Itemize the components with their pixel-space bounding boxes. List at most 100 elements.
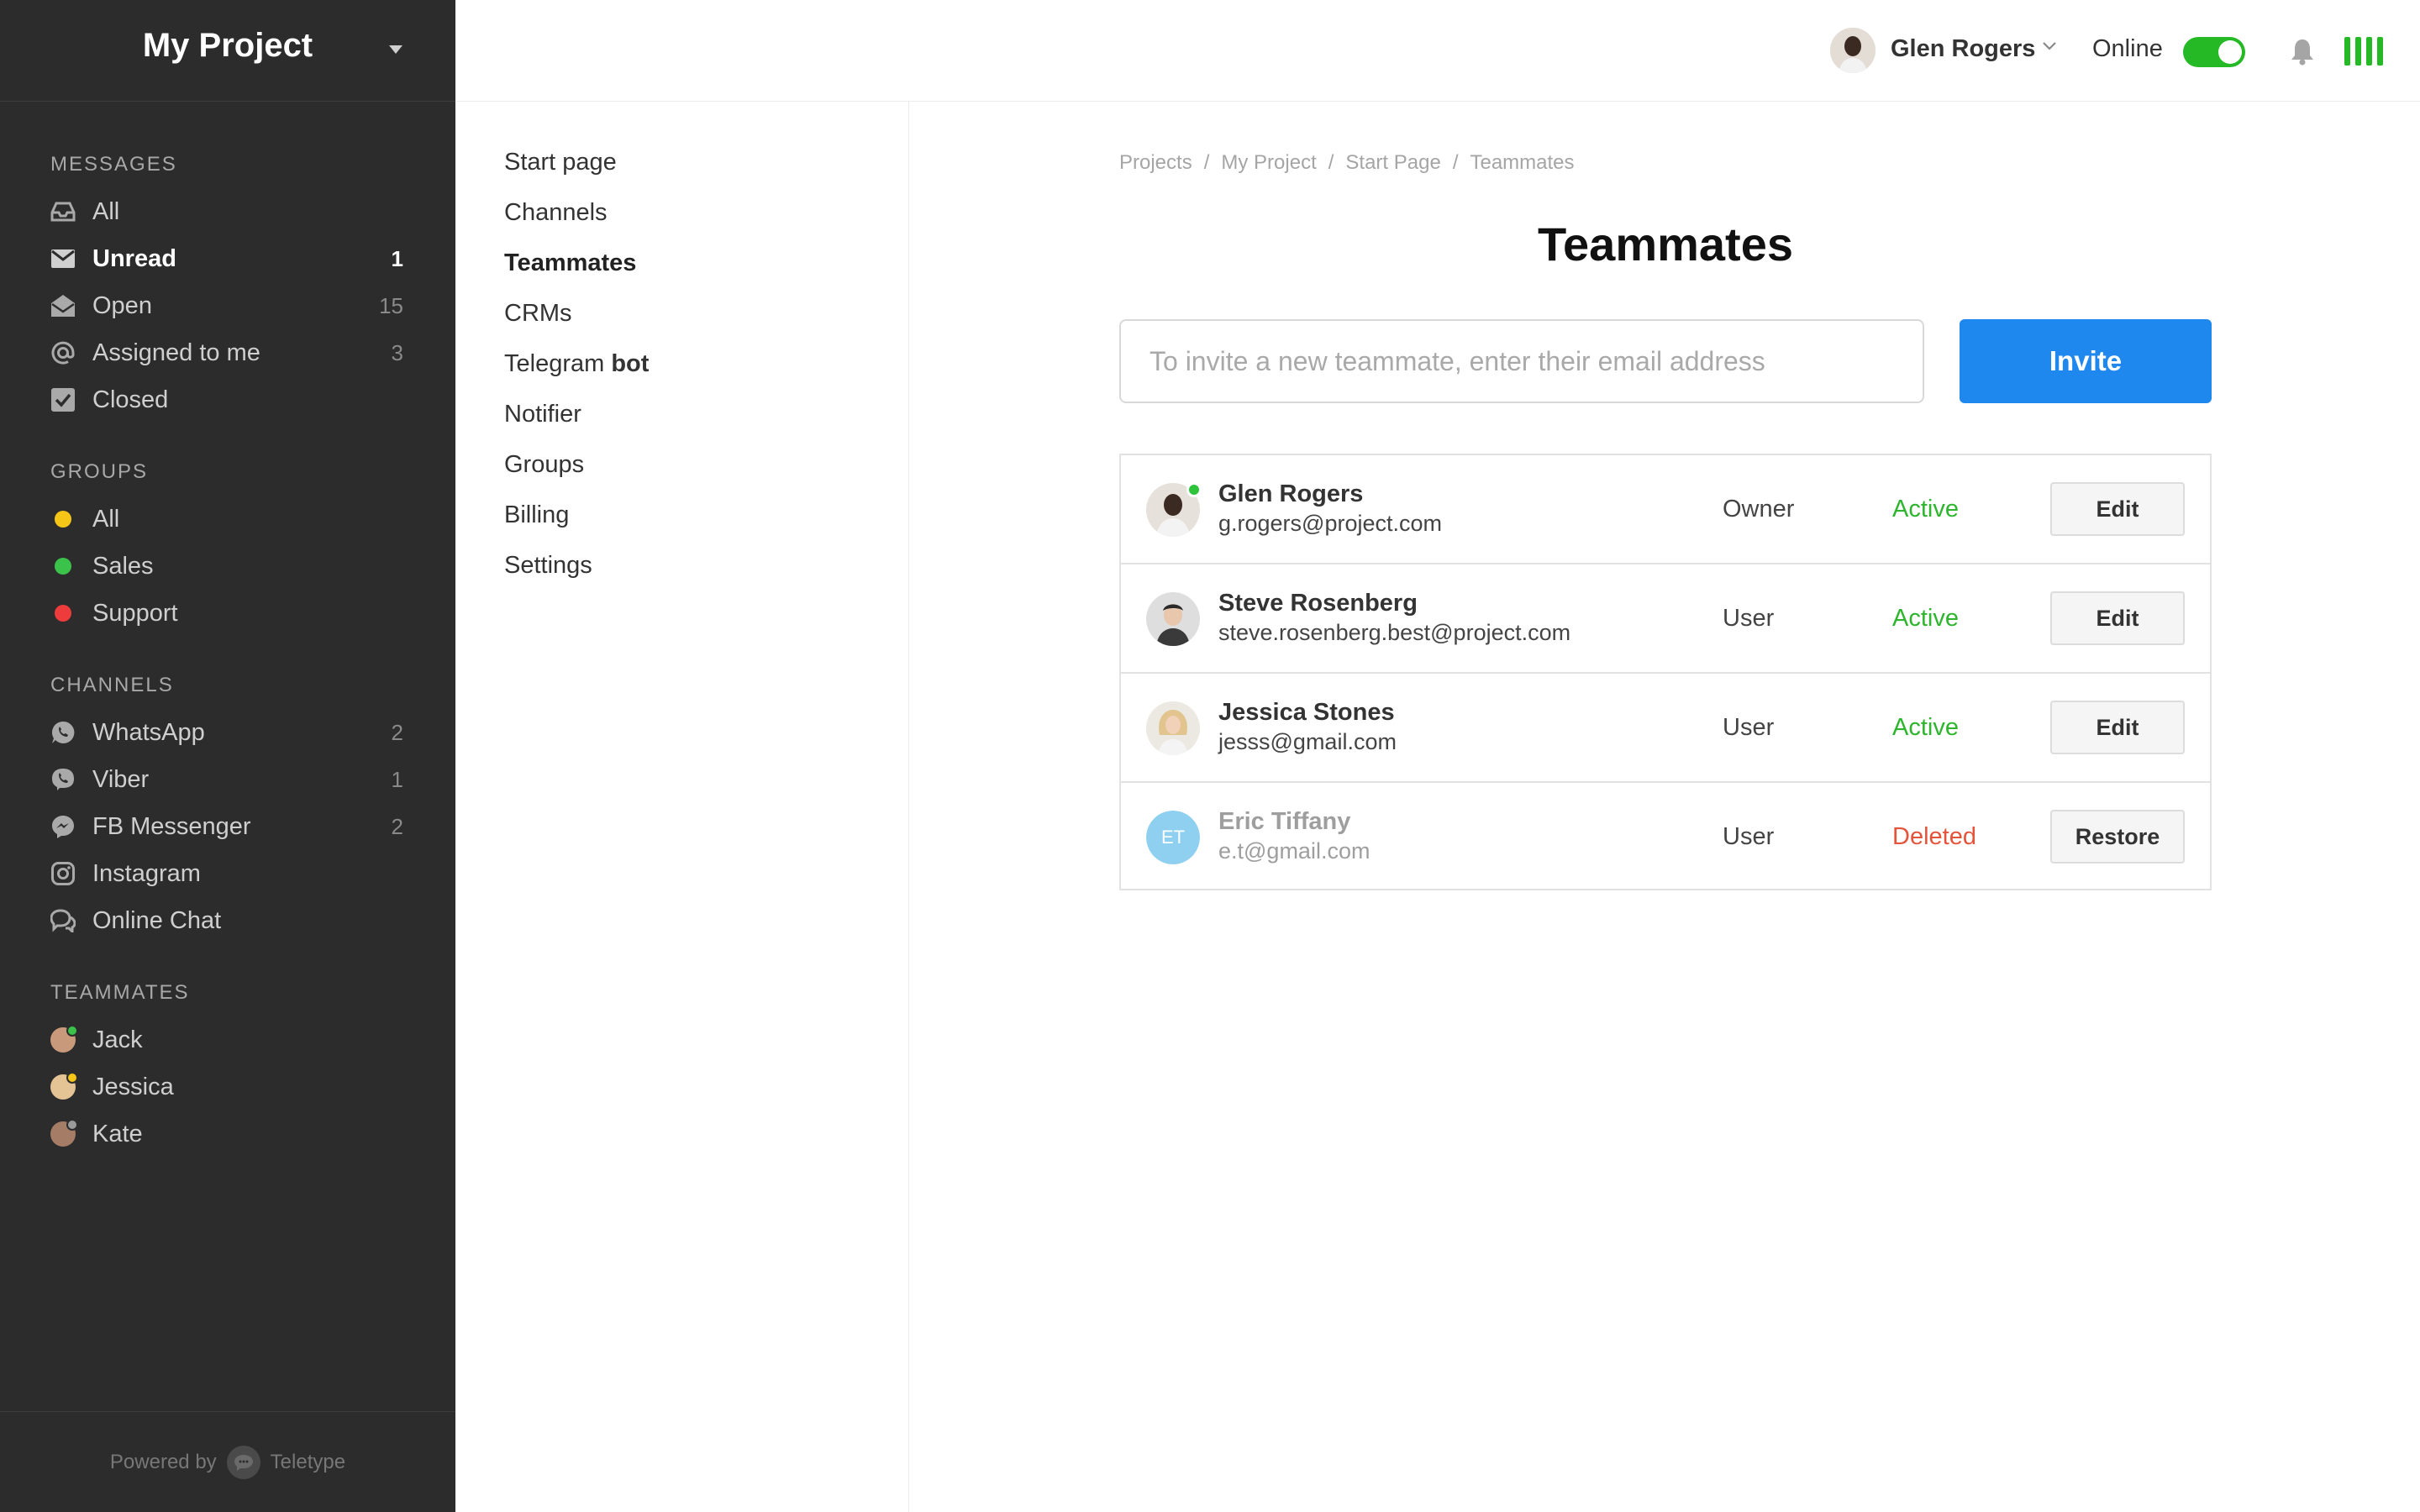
- instagram-icon: [50, 861, 76, 886]
- sidebar-item-viber[interactable]: Viber 1: [50, 763, 403, 796]
- settings-nav-start-page[interactable]: Start page: [504, 149, 617, 176]
- settings-nav: Start page Channels Teammates CRMs Teleg…: [455, 102, 909, 1512]
- project-switcher[interactable]: My Project: [0, 0, 455, 102]
- avatar: [50, 1025, 78, 1053]
- sidebar-item-group-sales[interactable]: Sales: [50, 549, 403, 583]
- sidebar-item-instagram[interactable]: Instagram: [50, 857, 403, 890]
- inbox-icon: [50, 199, 76, 224]
- settings-nav-teammates[interactable]: Teammates: [504, 249, 636, 277]
- checkbox-icon: [50, 387, 76, 412]
- caret-down-icon[interactable]: [389, 45, 402, 54]
- teammate-status: Active: [1892, 605, 1959, 632]
- teammate-email: jesss@gmail.com: [1218, 729, 1397, 754]
- chat-bubbles-icon: [50, 908, 76, 933]
- teammate-name: Steve Rosenberg: [1218, 590, 1418, 617]
- powered-by-label: Powered by: [109, 1450, 217, 1473]
- settings-nav-telegram-bot[interactable]: Telegram bot: [504, 350, 649, 378]
- settings-nav-channels[interactable]: Channels: [504, 199, 608, 227]
- viber-icon: [50, 767, 76, 792]
- settings-nav-crms[interactable]: CRMs: [504, 300, 572, 328]
- settings-nav-billing[interactable]: Billing: [504, 501, 569, 529]
- sidebar-item-label: Support: [92, 599, 178, 627]
- teammate-email: g.rogers@project.com: [1218, 511, 1443, 536]
- breadcrumb: Projects / My Project / Start Page / Tea…: [1119, 151, 1575, 175]
- avatar: [1146, 592, 1200, 646]
- sidebar-item-closed[interactable]: Closed: [50, 383, 403, 417]
- sidebar-item-count: 15: [379, 292, 403, 318]
- messenger-icon: [50, 814, 76, 839]
- table-row: Jessica Stones jesss@gmail.com User Acti…: [1121, 674, 2210, 783]
- sidebar-item-fb-messenger[interactable]: FB Messenger 2: [50, 810, 403, 843]
- restore-button[interactable]: Restore: [2050, 810, 2185, 864]
- project-title: My Project: [142, 27, 313, 64]
- avatar-initials: ET: [1146, 811, 1200, 864]
- teammate-email: e.t@gmail.com: [1218, 838, 1370, 864]
- teammates-section-title: TEAMMATES: [50, 981, 190, 1004]
- sidebar: My Project MESSAGES All Unread 1 Open 15…: [0, 0, 455, 1512]
- toggle-knob: [2218, 40, 2242, 64]
- edit-button[interactable]: Edit: [2050, 482, 2185, 536]
- sidebar-item-open[interactable]: Open 15: [50, 289, 403, 323]
- sidebar-item-all-messages[interactable]: All: [50, 195, 403, 228]
- invite-email-input[interactable]: [1119, 319, 1924, 403]
- table-row: ET Eric Tiffany e.t@gmail.com User Delet…: [1121, 783, 2210, 892]
- breadcrumb-separator: /: [1203, 151, 1210, 174]
- sidebar-item-teammate-kate[interactable]: Kate: [50, 1117, 403, 1151]
- teammate-name: Jessica Stones: [1218, 699, 1395, 726]
- avatar: [50, 1119, 78, 1147]
- sidebar-item-group-support[interactable]: Support: [50, 596, 403, 630]
- teammate-status: Active: [1892, 714, 1959, 741]
- avatar: ET: [1146, 811, 1200, 864]
- teammate-role: User: [1723, 714, 1775, 741]
- sidebar-item-label: Jessica: [92, 1073, 174, 1100]
- settings-nav-settings[interactable]: Settings: [504, 552, 592, 580]
- sidebar-item-label: Closed: [92, 386, 169, 413]
- bell-icon[interactable]: [2291, 37, 2314, 70]
- sidebar-item-label: Instagram: [92, 859, 201, 887]
- sidebar-item-whatsapp[interactable]: WhatsApp 2: [50, 716, 403, 749]
- sidebar-item-label: FB Messenger: [92, 812, 251, 840]
- settings-nav-notifier[interactable]: Notifier: [504, 401, 581, 428]
- settings-nav-groups[interactable]: Groups: [504, 451, 584, 479]
- online-toggle[interactable]: [2183, 37, 2245, 67]
- avatar: [50, 1072, 78, 1100]
- edit-button[interactable]: Edit: [2050, 591, 2185, 645]
- teammates-table: Glen Rogers g.rogers@project.com Owner A…: [1119, 454, 2212, 890]
- sidebar-item-teammate-jack[interactable]: Jack: [50, 1023, 403, 1057]
- teammate-role: User: [1723, 823, 1775, 850]
- sidebar-item-teammate-jessica[interactable]: Jessica: [50, 1070, 403, 1104]
- chevron-down-icon[interactable]: [2042, 40, 2057, 55]
- sidebar-item-label: All: [92, 197, 120, 225]
- sidebar-item-label: Jack: [92, 1026, 143, 1053]
- online-status-label: Online: [2092, 35, 2163, 62]
- sidebar-item-label: Sales: [92, 552, 154, 580]
- breadcrumb-start-page[interactable]: Start Page: [1345, 151, 1440, 175]
- breadcrumb-my-project[interactable]: My Project: [1221, 151, 1316, 175]
- sidebar-item-group-all[interactable]: All: [50, 502, 403, 536]
- user-avatar[interactable]: [1830, 28, 1876, 73]
- app-logo-icon[interactable]: [2344, 37, 2383, 66]
- open-envelope-icon: [50, 293, 76, 318]
- teletype-logo-icon: [226, 1445, 260, 1479]
- sidebar-item-assigned-to-me[interactable]: Assigned to me 3: [50, 336, 403, 370]
- teammate-role: User: [1723, 605, 1775, 632]
- table-row: Steve Rosenberg steve.rosenberg.best@pro…: [1121, 564, 2210, 674]
- table-row: Glen Rogers g.rogers@project.com Owner A…: [1121, 455, 2210, 564]
- breadcrumb-separator: /: [1328, 151, 1334, 174]
- sidebar-item-count: 2: [391, 813, 403, 839]
- user-menu-name[interactable]: Glen Rogers: [1891, 35, 2035, 63]
- teammate-status: Active: [1892, 496, 1959, 522]
- messages-section-title: MESSAGES: [50, 153, 177, 176]
- breadcrumb-projects[interactable]: Projects: [1119, 151, 1192, 175]
- sidebar-item-count: 2: [391, 719, 403, 745]
- green-dot-icon: [50, 554, 76, 579]
- invite-button[interactable]: Invite: [1960, 319, 2212, 403]
- edit-button[interactable]: Edit: [2050, 701, 2185, 754]
- page-title: Teammates: [1537, 218, 1793, 270]
- sidebar-item-online-chat[interactable]: Online Chat: [50, 904, 403, 937]
- sidebar-item-unread[interactable]: Unread 1: [50, 242, 403, 276]
- sidebar-item-label: Viber: [92, 765, 150, 793]
- teammate-status: Deleted: [1892, 823, 1976, 850]
- settings-nav-suffix: bot: [611, 350, 650, 377]
- powered-by-footer: Powered by Teletype: [0, 1411, 455, 1512]
